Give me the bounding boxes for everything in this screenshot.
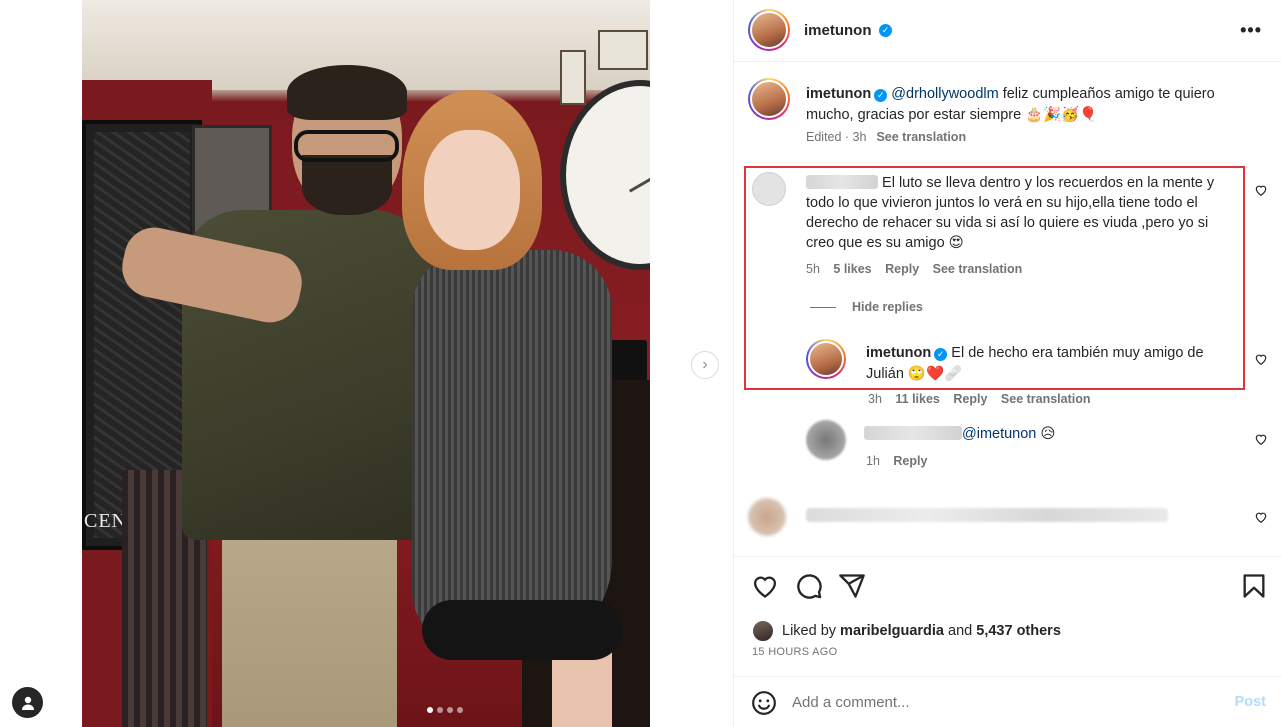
- reply-time: 1h: [866, 454, 880, 468]
- caption-edited: Edited · 3h: [806, 130, 867, 144]
- like-comment-heart-icon[interactable]: [1254, 183, 1268, 197]
- like-heart-icon[interactable]: [751, 572, 779, 600]
- reply-mention[interactable]: @imetunon: [962, 426, 1036, 442]
- carousel-next-button[interactable]: ›: [691, 351, 719, 379]
- share-send-icon[interactable]: [838, 572, 866, 600]
- media-area: CENTRAL ›: [0, 0, 733, 727]
- comment-bubble-icon[interactable]: [795, 572, 823, 600]
- redacted-username: [864, 426, 962, 440]
- redacted-avatar[interactable]: [806, 420, 846, 460]
- post-comment-button[interactable]: Post: [1235, 694, 1266, 710]
- emoji-smiley-icon[interactable]: [751, 690, 777, 716]
- redacted-comment: [806, 508, 1168, 522]
- carousel-dot: [457, 707, 463, 713]
- liked-by: Liked by maribelguardia and 5,437 others: [752, 620, 1061, 642]
- add-comment-bar: Post: [734, 676, 1281, 727]
- redacted-avatar[interactable]: [748, 498, 786, 536]
- reply-likes[interactable]: 11 likes: [895, 392, 940, 406]
- verified-badge-icon: ✓: [934, 348, 948, 361]
- comment-meta: 5h 5 likes Reply See translation: [806, 262, 1022, 276]
- reply-button[interactable]: Reply: [953, 392, 987, 406]
- comment-emoji: 😍: [948, 235, 964, 251]
- like-comment-heart-icon[interactable]: [1254, 352, 1268, 366]
- reply-text: imetunon ✓ El de hecho era también muy am…: [866, 343, 1236, 385]
- save-bookmark-icon[interactable]: [1240, 572, 1268, 600]
- post-photo[interactable]: CENTRAL: [82, 0, 650, 727]
- redacted-username: [806, 175, 878, 189]
- comment-reply-button[interactable]: Reply: [885, 262, 919, 276]
- reply-time: 3h: [868, 392, 882, 406]
- reply-meta: 1h Reply: [866, 454, 927, 468]
- liked-by-and: and: [948, 623, 973, 639]
- photo-frame: [598, 30, 648, 70]
- post-side-panel: imetunon ✓ ••• imetunon ✓ @drhollywoodlm …: [733, 0, 1281, 727]
- caption-mention[interactable]: @drhollywoodlm: [891, 86, 998, 102]
- verified-badge-icon: ✓: [879, 24, 892, 37]
- hide-replies-button[interactable]: Hide replies: [810, 300, 923, 314]
- liked-by-user[interactable]: maribelguardia: [840, 623, 944, 639]
- author-username[interactable]: imetunon: [804, 22, 872, 39]
- carousel-dot: [447, 707, 453, 713]
- carousel-dot: [437, 707, 443, 713]
- divider-line: [810, 307, 836, 309]
- liked-by-others[interactable]: 5,437 others: [976, 623, 1061, 639]
- comment-likes[interactable]: 5 likes: [833, 262, 871, 276]
- reply-emojis: 🙄❤️🩹: [907, 366, 963, 382]
- reply-text: @imetunon 😥: [864, 424, 1056, 444]
- caption-text: imetunon ✓ @drhollywoodlm feliz cumpleaño…: [806, 84, 1266, 126]
- photo-person-woman: [352, 90, 642, 727]
- reply-button[interactable]: Reply: [893, 454, 927, 468]
- see-translation-link[interactable]: See translation: [876, 130, 966, 144]
- reply-avatar[interactable]: [806, 339, 846, 379]
- more-options-icon[interactable]: •••: [1240, 20, 1262, 41]
- comments-list[interactable]: imetunon ✓ @drhollywoodlm feliz cumpleaño…: [734, 62, 1281, 556]
- tagged-users-button[interactable]: [12, 687, 43, 718]
- see-translation-link[interactable]: See translation: [1001, 392, 1091, 406]
- caption-emojis: 🎂🎉🥳🎈: [1025, 107, 1098, 123]
- comment-input[interactable]: [792, 687, 1192, 717]
- author-avatar[interactable]: [748, 9, 790, 51]
- caption-username[interactable]: imetunon: [806, 86, 871, 102]
- carousel-dot-active: [427, 707, 433, 713]
- post-actions: [734, 556, 1281, 618]
- hide-replies-label: Hide replies: [852, 300, 923, 314]
- reply-username[interactable]: imetunon: [866, 345, 931, 361]
- like-comment-heart-icon[interactable]: [1254, 510, 1268, 524]
- see-translation-link[interactable]: See translation: [933, 262, 1023, 276]
- comment-time: 5h: [806, 262, 820, 276]
- user-icon: [21, 696, 34, 710]
- chevron-right-icon: ›: [702, 356, 708, 373]
- verified-badge-icon: ✓: [874, 89, 888, 102]
- liked-by-prefix: Liked by: [782, 623, 837, 639]
- caption-avatar[interactable]: [748, 78, 790, 120]
- comment-text: El luto se lleva dentro y los recuerdos …: [806, 173, 1238, 253]
- reply-emoji: 😥: [1040, 426, 1056, 442]
- liker-avatar[interactable]: [752, 620, 774, 642]
- post-time-ago[interactable]: 15 HOURS AGO: [752, 646, 838, 658]
- carousel-dots: [427, 707, 463, 713]
- commenter-avatar[interactable]: [752, 172, 786, 206]
- reply-meta: 3h 11 likes Reply See translation: [868, 392, 1091, 406]
- like-comment-heart-icon[interactable]: [1254, 432, 1268, 446]
- caption-meta: Edited · 3h See translation: [806, 130, 966, 144]
- post-header: imetunon ✓ •••: [734, 0, 1281, 62]
